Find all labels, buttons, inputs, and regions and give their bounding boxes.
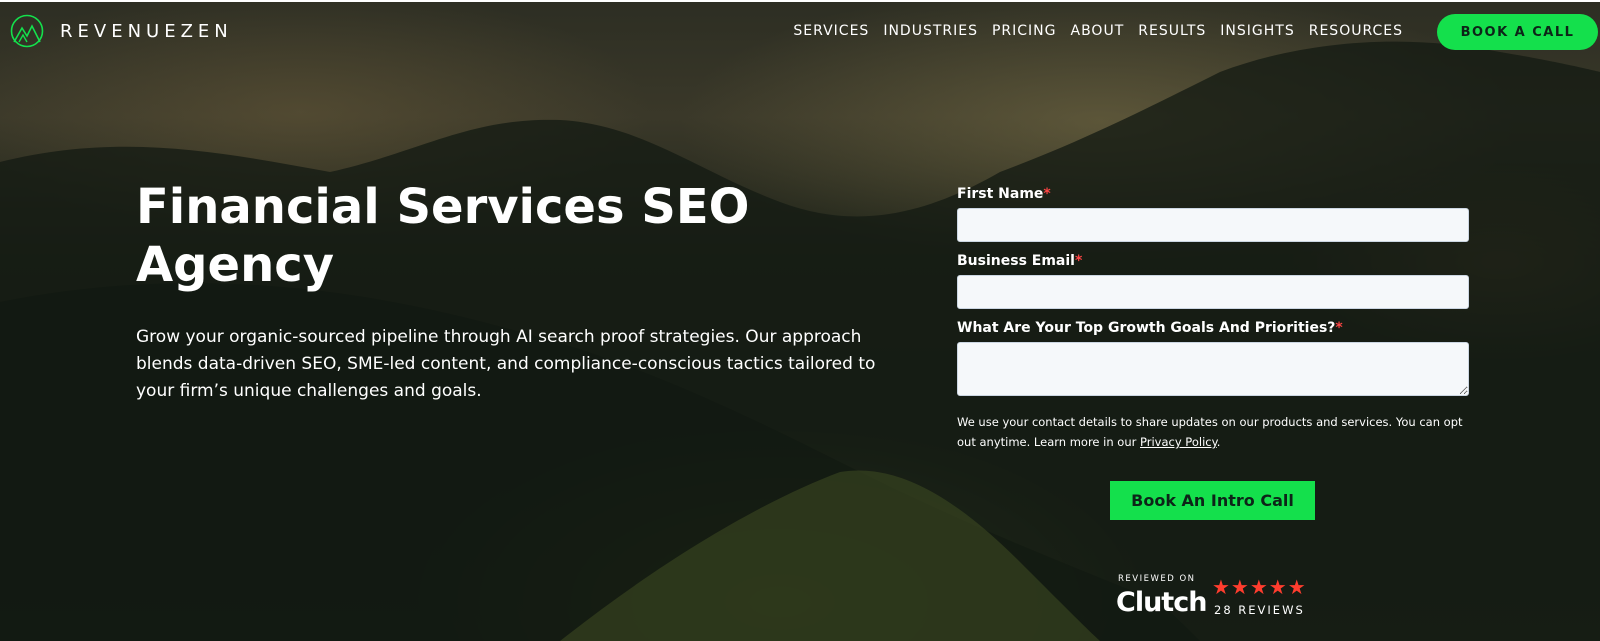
nav-item-services[interactable]: SERVICES: [793, 23, 869, 39]
hero-background: REVENUEZEN SERVICES INDUSTRIES PRICING A…: [0, 2, 1600, 641]
book-a-call-button[interactable]: BOOK A CALL: [1437, 14, 1598, 50]
required-mark: *: [1074, 253, 1083, 269]
consent-text: We use your contact details to share upd…: [957, 415, 1463, 449]
privacy-policy-link[interactable]: Privacy Policy: [1140, 435, 1217, 449]
brand-logo[interactable]: REVENUEZEN: [10, 14, 233, 48]
mountain-logo-icon: [10, 14, 44, 48]
main-nav: SERVICES INDUSTRIES PRICING ABOUT RESULT…: [779, 23, 1403, 39]
nav-item-results[interactable]: RESULTS: [1138, 23, 1206, 39]
nav-item-pricing[interactable]: PRICING: [992, 23, 1057, 39]
contact-form: First Name* Business Email* What Are You…: [957, 186, 1469, 452]
reviewed-on-label: REVIEWED ON: [1118, 574, 1196, 584]
book-intro-call-button[interactable]: Book An Intro Call: [1110, 481, 1315, 520]
business-email-label: Business Email*: [957, 253, 1083, 269]
review-count: 28 REVIEWS: [1214, 603, 1305, 617]
nav-item-industries[interactable]: INDUSTRIES: [883, 23, 978, 39]
clutch-review-badge[interactable]: REVIEWED ON Clutch ★★★★★ 28 REVIEWS: [1116, 572, 1316, 622]
page-title: Financial Services SEO Agency: [136, 179, 750, 293]
star-rating-icon: ★★★★★: [1212, 577, 1307, 599]
required-mark: *: [1335, 320, 1343, 336]
clutch-logo: Clutch: [1116, 587, 1207, 618]
nav-item-about[interactable]: ABOUT: [1071, 23, 1125, 39]
first-name-label: First Name*: [957, 186, 1051, 202]
nav-item-insights[interactable]: INSIGHTS: [1220, 23, 1294, 39]
logo-text: REVENUEZEN: [60, 20, 233, 42]
nav-item-resources[interactable]: RESOURCES: [1309, 23, 1403, 39]
business-email-field[interactable]: [957, 275, 1469, 309]
growth-goals-textarea[interactable]: [957, 342, 1469, 396]
hero-subtitle: Grow your organic-sourced pipeline throu…: [136, 327, 876, 401]
first-name-field[interactable]: [957, 208, 1469, 242]
required-mark: *: [1043, 186, 1051, 202]
growth-goals-label: What Are Your Top Growth Goals And Prior…: [957, 320, 1343, 336]
